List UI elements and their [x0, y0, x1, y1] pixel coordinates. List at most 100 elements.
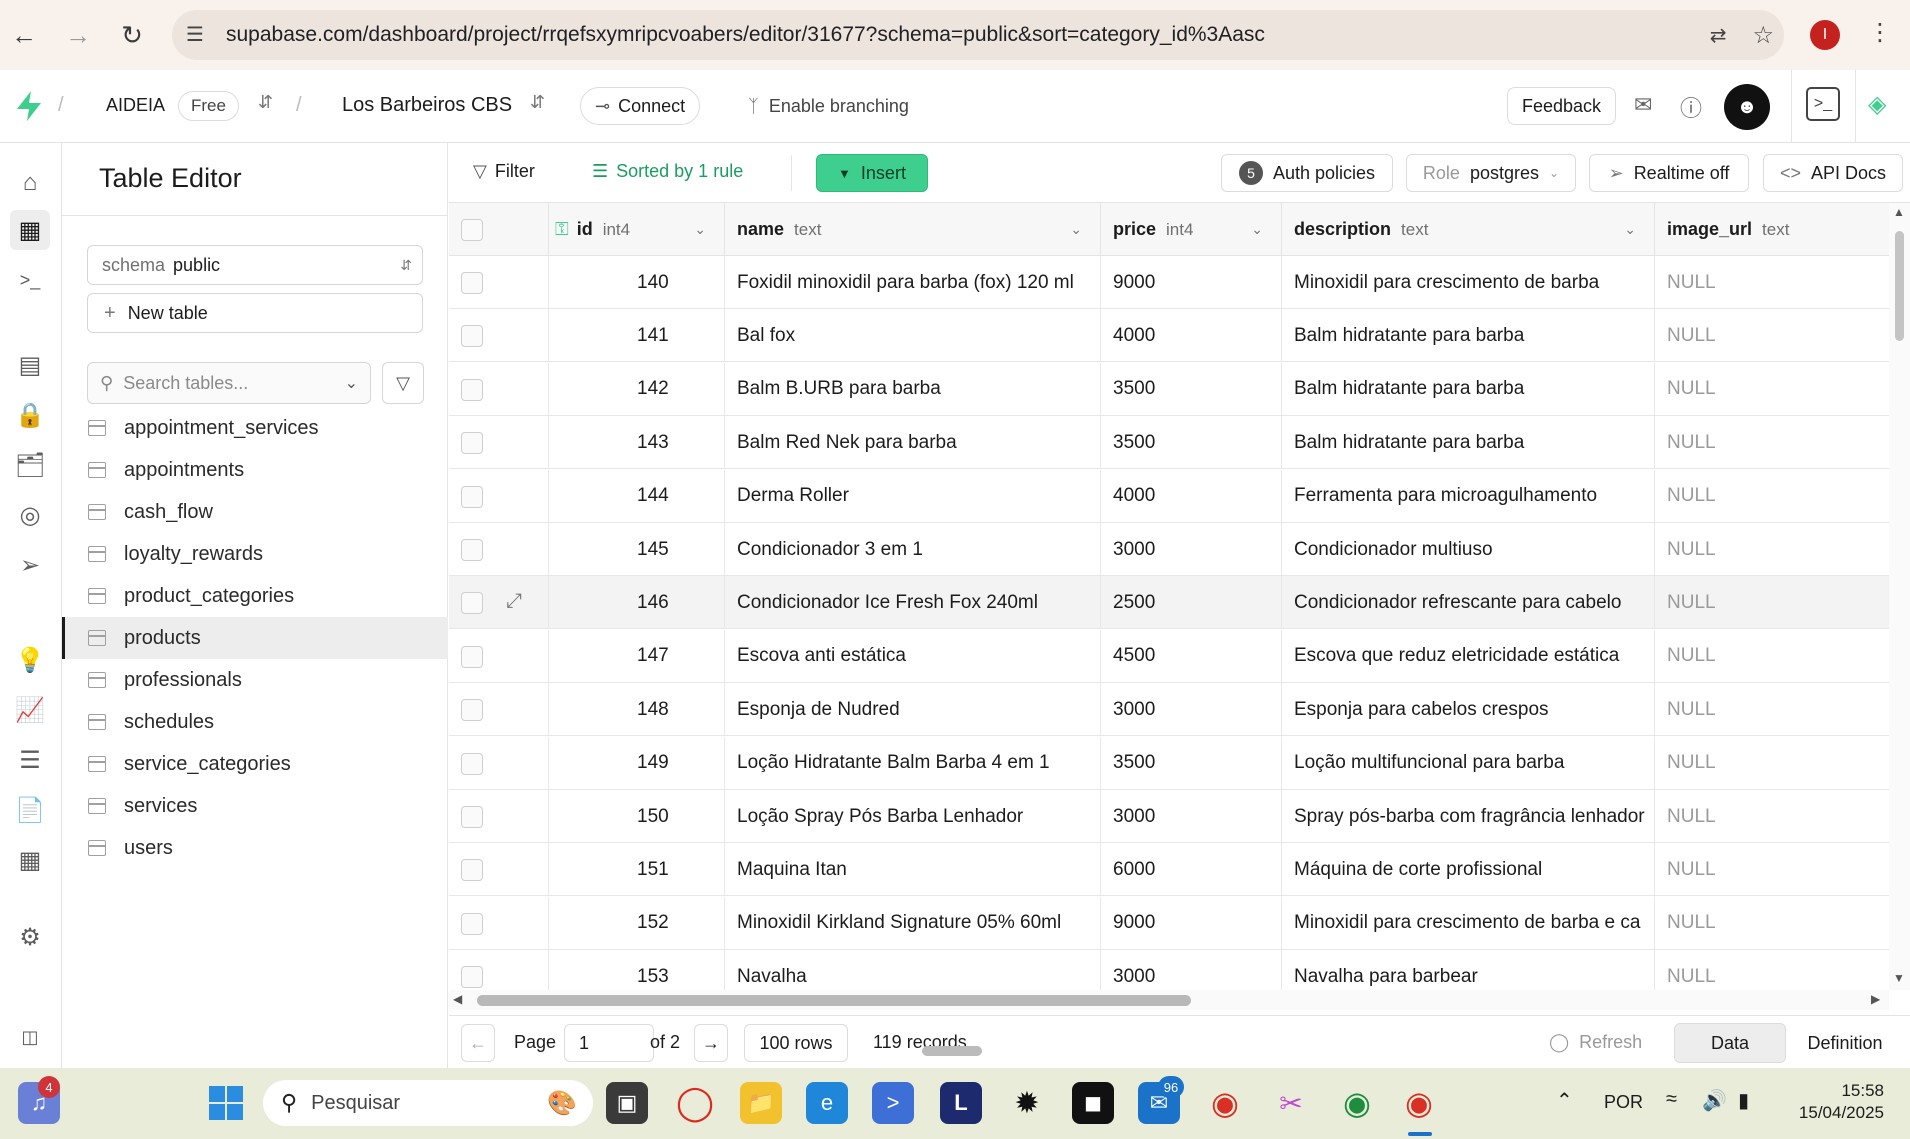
cell-name[interactable]: Escova anti estática — [725, 629, 1101, 683]
cell-image-url[interactable]: NULL — [1655, 737, 1889, 790]
search-tables-input[interactable]: ⚲ Search tables... ⌄ — [87, 362, 371, 404]
table-row[interactable]: 150 Loção Spray Pós Barba Lenhador 3000 Spr… — [449, 790, 1889, 843]
vertical-scroll-thumb[interactable] — [1895, 231, 1904, 341]
table-row[interactable]: 145 Condicionador 3 em 1 3000 Condicionador… — [449, 523, 1889, 576]
storage-icon[interactable]: 🗂 — [10, 445, 50, 485]
cell-price[interactable]: 9000 — [1101, 256, 1282, 309]
chevron-down-icon[interactable]: ⌄ — [345, 373, 358, 393]
cell-image-url[interactable]: NULL — [1655, 790, 1889, 843]
user-avatar[interactable]: ☻ — [1724, 84, 1770, 130]
sidebar-item-appointments[interactable]: appointments — [62, 449, 448, 491]
select-all-checkbox[interactable] — [461, 219, 483, 241]
cell-description[interactable]: Ferramenta para microagulhamento — [1282, 469, 1655, 523]
cell-price[interactable]: 3500 — [1101, 362, 1282, 416]
cell-name[interactable]: Condicionador Ice Fresh Fox 240ml — [725, 576, 1101, 630]
role-select[interactable]: Role postgres ⌄ — [1406, 154, 1576, 192]
wifi-icon[interactable]: ≈ — [1666, 1088, 1677, 1111]
sidebar-item-users[interactable]: users — [62, 827, 448, 869]
row-checkbox[interactable] — [461, 539, 483, 561]
cell-description[interactable]: Condicionador refrescante para cabelo — [1282, 576, 1655, 630]
sidebar-item-product-categories[interactable]: product_categories — [62, 575, 448, 617]
row-checkbox[interactable] — [461, 485, 483, 508]
row-checkbox[interactable] — [461, 325, 483, 348]
tab-definition[interactable]: Definition — [1789, 1023, 1901, 1063]
cell-image-url[interactable]: NULL — [1655, 683, 1889, 736]
cell-name[interactable]: Condicionador 3 em 1 — [725, 523, 1101, 576]
feedback-button[interactable]: Feedback — [1507, 87, 1617, 125]
supabase-logo-icon[interactable] — [14, 90, 44, 122]
sidebar-item-services[interactable]: services — [62, 785, 448, 827]
cell-id[interactable]: 149 — [549, 736, 725, 790]
cell-image-url[interactable]: NULL — [1655, 363, 1889, 416]
row-checkbox[interactable] — [461, 432, 483, 455]
cell-name[interactable]: Bal fox — [725, 309, 1101, 363]
cell-id[interactable]: 144 — [549, 469, 725, 523]
cell-price[interactable]: 3000 — [1101, 790, 1282, 843]
address-bar[interactable]: ☰ supabase.com/dashboard/project/rrqefsx… — [172, 10, 1784, 60]
inbox-icon[interactable]: ✉ — [1634, 92, 1652, 118]
horizontal-scroll-thumb[interactable] — [477, 995, 1191, 1006]
table-row[interactable]: 141 Bal fox 4000 Balm hidratante para barba… — [449, 309, 1889, 363]
cell-price[interactable]: 4000 — [1101, 469, 1282, 523]
authentication-icon[interactable]: 🔒 — [10, 395, 50, 435]
row-checkbox[interactable] — [461, 378, 483, 401]
chevron-down-icon[interactable]: ⌄ — [1624, 221, 1636, 238]
sidebar-item-products[interactable]: products — [62, 617, 448, 659]
cell-name[interactable]: Esponja de Nudred — [725, 683, 1101, 737]
resize-handle[interactable] — [922, 1046, 982, 1056]
row-checkbox[interactable] — [461, 806, 483, 828]
integrations-icon[interactable]: ▦ — [10, 840, 50, 880]
advisors-icon[interactable]: 💡 — [10, 640, 50, 680]
task-view-icon[interactable]: ▣ — [606, 1082, 648, 1124]
cell-id[interactable]: 142 — [549, 362, 725, 416]
sort-button[interactable]: ☰ Sorted by 1 rule — [592, 161, 743, 182]
filter-tables-button[interactable]: ▽ — [382, 362, 424, 404]
cell-name[interactable]: Derma Roller — [725, 469, 1101, 523]
logs-icon[interactable]: ☰ — [10, 740, 50, 780]
taskbar-search[interactable]: ⚲ Pesquisar 🎨 — [263, 1080, 593, 1126]
l-app-icon[interactable]: L — [940, 1082, 982, 1124]
scroll-left-icon[interactable]: ◀ — [453, 992, 462, 1006]
cell-description[interactable]: Máquina de corte profissional — [1282, 843, 1655, 897]
cell-description[interactable]: Balm hidratante para barba — [1282, 362, 1655, 416]
cell-price[interactable]: 3500 — [1101, 736, 1282, 790]
row-checkbox[interactable] — [461, 645, 483, 668]
cell-id[interactable]: 146 — [549, 576, 725, 630]
cell-description[interactable]: Minoxidil para crescimento de barba — [1282, 256, 1655, 309]
chevron-down-icon[interactable]: ⌄ — [1251, 221, 1263, 238]
cell-image-url[interactable]: NULL — [1655, 256, 1889, 309]
sidebar-item-loyalty-rewards[interactable]: loyalty_rewards — [62, 533, 448, 575]
realtime-toggle-button[interactable]: ➢ Realtime off — [1589, 154, 1749, 192]
battery-icon[interactable]: ▮ — [1738, 1088, 1749, 1113]
cell-name[interactable]: Loção Hidratante Balm Barba 4 em 1 — [725, 736, 1101, 790]
scroll-down-icon[interactable]: ▼ — [1893, 971, 1905, 985]
back-icon[interactable]: ← — [2, 13, 46, 57]
show-hidden-icons-icon[interactable]: ⌃ — [1556, 1088, 1573, 1113]
opera-icon[interactable]: ◯ — [674, 1082, 716, 1124]
table-row[interactable]: 153 Navalha 3000 Navalha para barbear NULL — [449, 950, 1889, 990]
cell-price[interactable]: 4000 — [1101, 309, 1282, 363]
settings-gear-icon[interactable]: ⚙ — [10, 917, 50, 957]
assistant-icon[interactable]: ◈ — [1868, 90, 1886, 119]
column-header-image-url[interactable]: image_url text — [1655, 203, 1889, 256]
connect-button[interactable]: ⊸ Connect — [580, 87, 701, 125]
edge-icon[interactable]: e — [806, 1082, 848, 1124]
clock[interactable]: 15:58 15/04/2025 — [1780, 1080, 1884, 1124]
cell-name[interactable]: Balm B.URB para barba — [725, 362, 1101, 416]
cell-description[interactable]: Esponja para cabelos crespos — [1282, 683, 1655, 737]
dark-app-icon[interactable]: ◼ — [1072, 1082, 1114, 1124]
filter-button[interactable]: ▽ Filter — [473, 161, 535, 182]
edge-functions-icon[interactable]: ◎ — [10, 495, 50, 535]
chrome-profile-icon[interactable]: ◉ — [1336, 1082, 1378, 1124]
insert-button[interactable]: ▼ Insert — [816, 154, 928, 192]
cell-name[interactable]: Foxidil minoxidil para barba (fox) 120 m… — [725, 256, 1101, 309]
cell-image-url[interactable]: NULL — [1655, 576, 1889, 629]
cell-id[interactable]: 145 — [549, 523, 725, 576]
forward-icon[interactable]: → — [56, 13, 100, 57]
table-row[interactable]: 149 Loção Hidratante Balm Barba 4 em 1 350… — [449, 736, 1889, 790]
chrome-active-icon[interactable]: ◉ — [1398, 1082, 1440, 1124]
realtime-icon[interactable]: ➢ — [10, 545, 50, 585]
table-row[interactable]: 144 Derma Roller 4000 Ferramenta para micro… — [449, 469, 1889, 523]
cell-price[interactable]: 3000 — [1101, 523, 1282, 576]
cell-description[interactable]: Navalha para barbear — [1282, 950, 1655, 990]
